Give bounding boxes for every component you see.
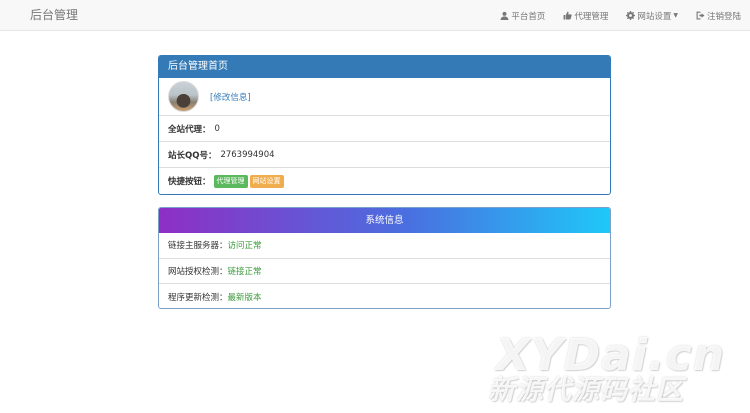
profile-row: [修改信息] xyxy=(159,78,610,116)
row-label: 全站代理： xyxy=(168,124,211,135)
nav-item-label: 平台首页 xyxy=(511,11,546,22)
nav-item-logout[interactable]: 注销登陆 xyxy=(687,0,750,31)
caret-down-icon: ▼ xyxy=(673,12,678,19)
status-row-update-check: 程序更新检测： 最新版本 xyxy=(159,284,610,308)
admin-home-panel: 后台管理首页 [修改信息] 全站代理： 0 站长QQ号： 2763994904 … xyxy=(158,55,611,195)
avatar xyxy=(168,81,199,112)
status-value: 最新版本 xyxy=(227,292,262,303)
info-row-admin-qq: 站长QQ号： 2763994904 xyxy=(159,142,610,168)
nav-menu: 平台首页 代理管理 网站设置 ▼ 注销登陆 xyxy=(491,0,750,31)
shortcut-row: 快捷按钮： 代理管理 网站设置 xyxy=(159,168,610,194)
row-label: 网站授权检测： xyxy=(168,266,228,277)
top-navbar: 后台管理 平台首页 代理管理 网站设置 ▼ 注销登陆 xyxy=(0,0,750,31)
gear-icon xyxy=(626,11,636,20)
row-value: 2763994904 xyxy=(220,149,275,160)
row-label: 链接主服务器： xyxy=(168,241,228,252)
nav-item-label: 代理管理 xyxy=(574,11,609,22)
nav-item-label: 网站设置 xyxy=(637,11,672,22)
nav-item-label: 注销登陆 xyxy=(706,11,741,22)
agent-management-button[interactable]: 代理管理 xyxy=(213,174,248,188)
brand-title[interactable]: 后台管理 xyxy=(30,0,78,31)
nav-item-site-settings[interactable]: 网站设置 ▼ xyxy=(617,0,687,31)
watermark: XYDai.cn 新源代源码社区 xyxy=(488,330,726,408)
nav-item-platform-home[interactable]: 平台首页 xyxy=(491,0,554,31)
user-icon xyxy=(500,11,509,20)
info-row-total-agents: 全站代理： 0 xyxy=(159,116,610,142)
row-label: 快捷按钮： xyxy=(168,177,211,187)
site-settings-button[interactable]: 网站设置 xyxy=(249,174,284,188)
edit-info-link[interactable]: [修改信息] xyxy=(210,91,251,103)
thumbs-up-icon xyxy=(563,11,572,20)
status-value: 访问正常 xyxy=(227,241,262,252)
status-row-main-server: 链接主服务器： 访问正常 xyxy=(159,233,610,259)
row-label: 站长QQ号： xyxy=(168,150,217,161)
panel-title: 后台管理首页 xyxy=(159,56,610,78)
watermark-domain: XYDai.cn xyxy=(496,330,726,381)
nav-item-agent-management[interactable]: 代理管理 xyxy=(554,0,617,31)
row-label: 程序更新检测： xyxy=(168,292,228,303)
system-info-panel: 系统信息 链接主服务器： 访问正常 网站授权检测： 链接正常 程序更新检测： 最… xyxy=(158,207,611,309)
panel-title: 系统信息 xyxy=(159,208,610,233)
status-row-license-check: 网站授权检测： 链接正常 xyxy=(159,259,610,284)
status-value: 链接正常 xyxy=(227,266,262,277)
sign-out-icon xyxy=(696,11,705,20)
watermark-tagline: 新源代源码社区 xyxy=(488,375,684,406)
row-value: 0 xyxy=(214,123,220,134)
